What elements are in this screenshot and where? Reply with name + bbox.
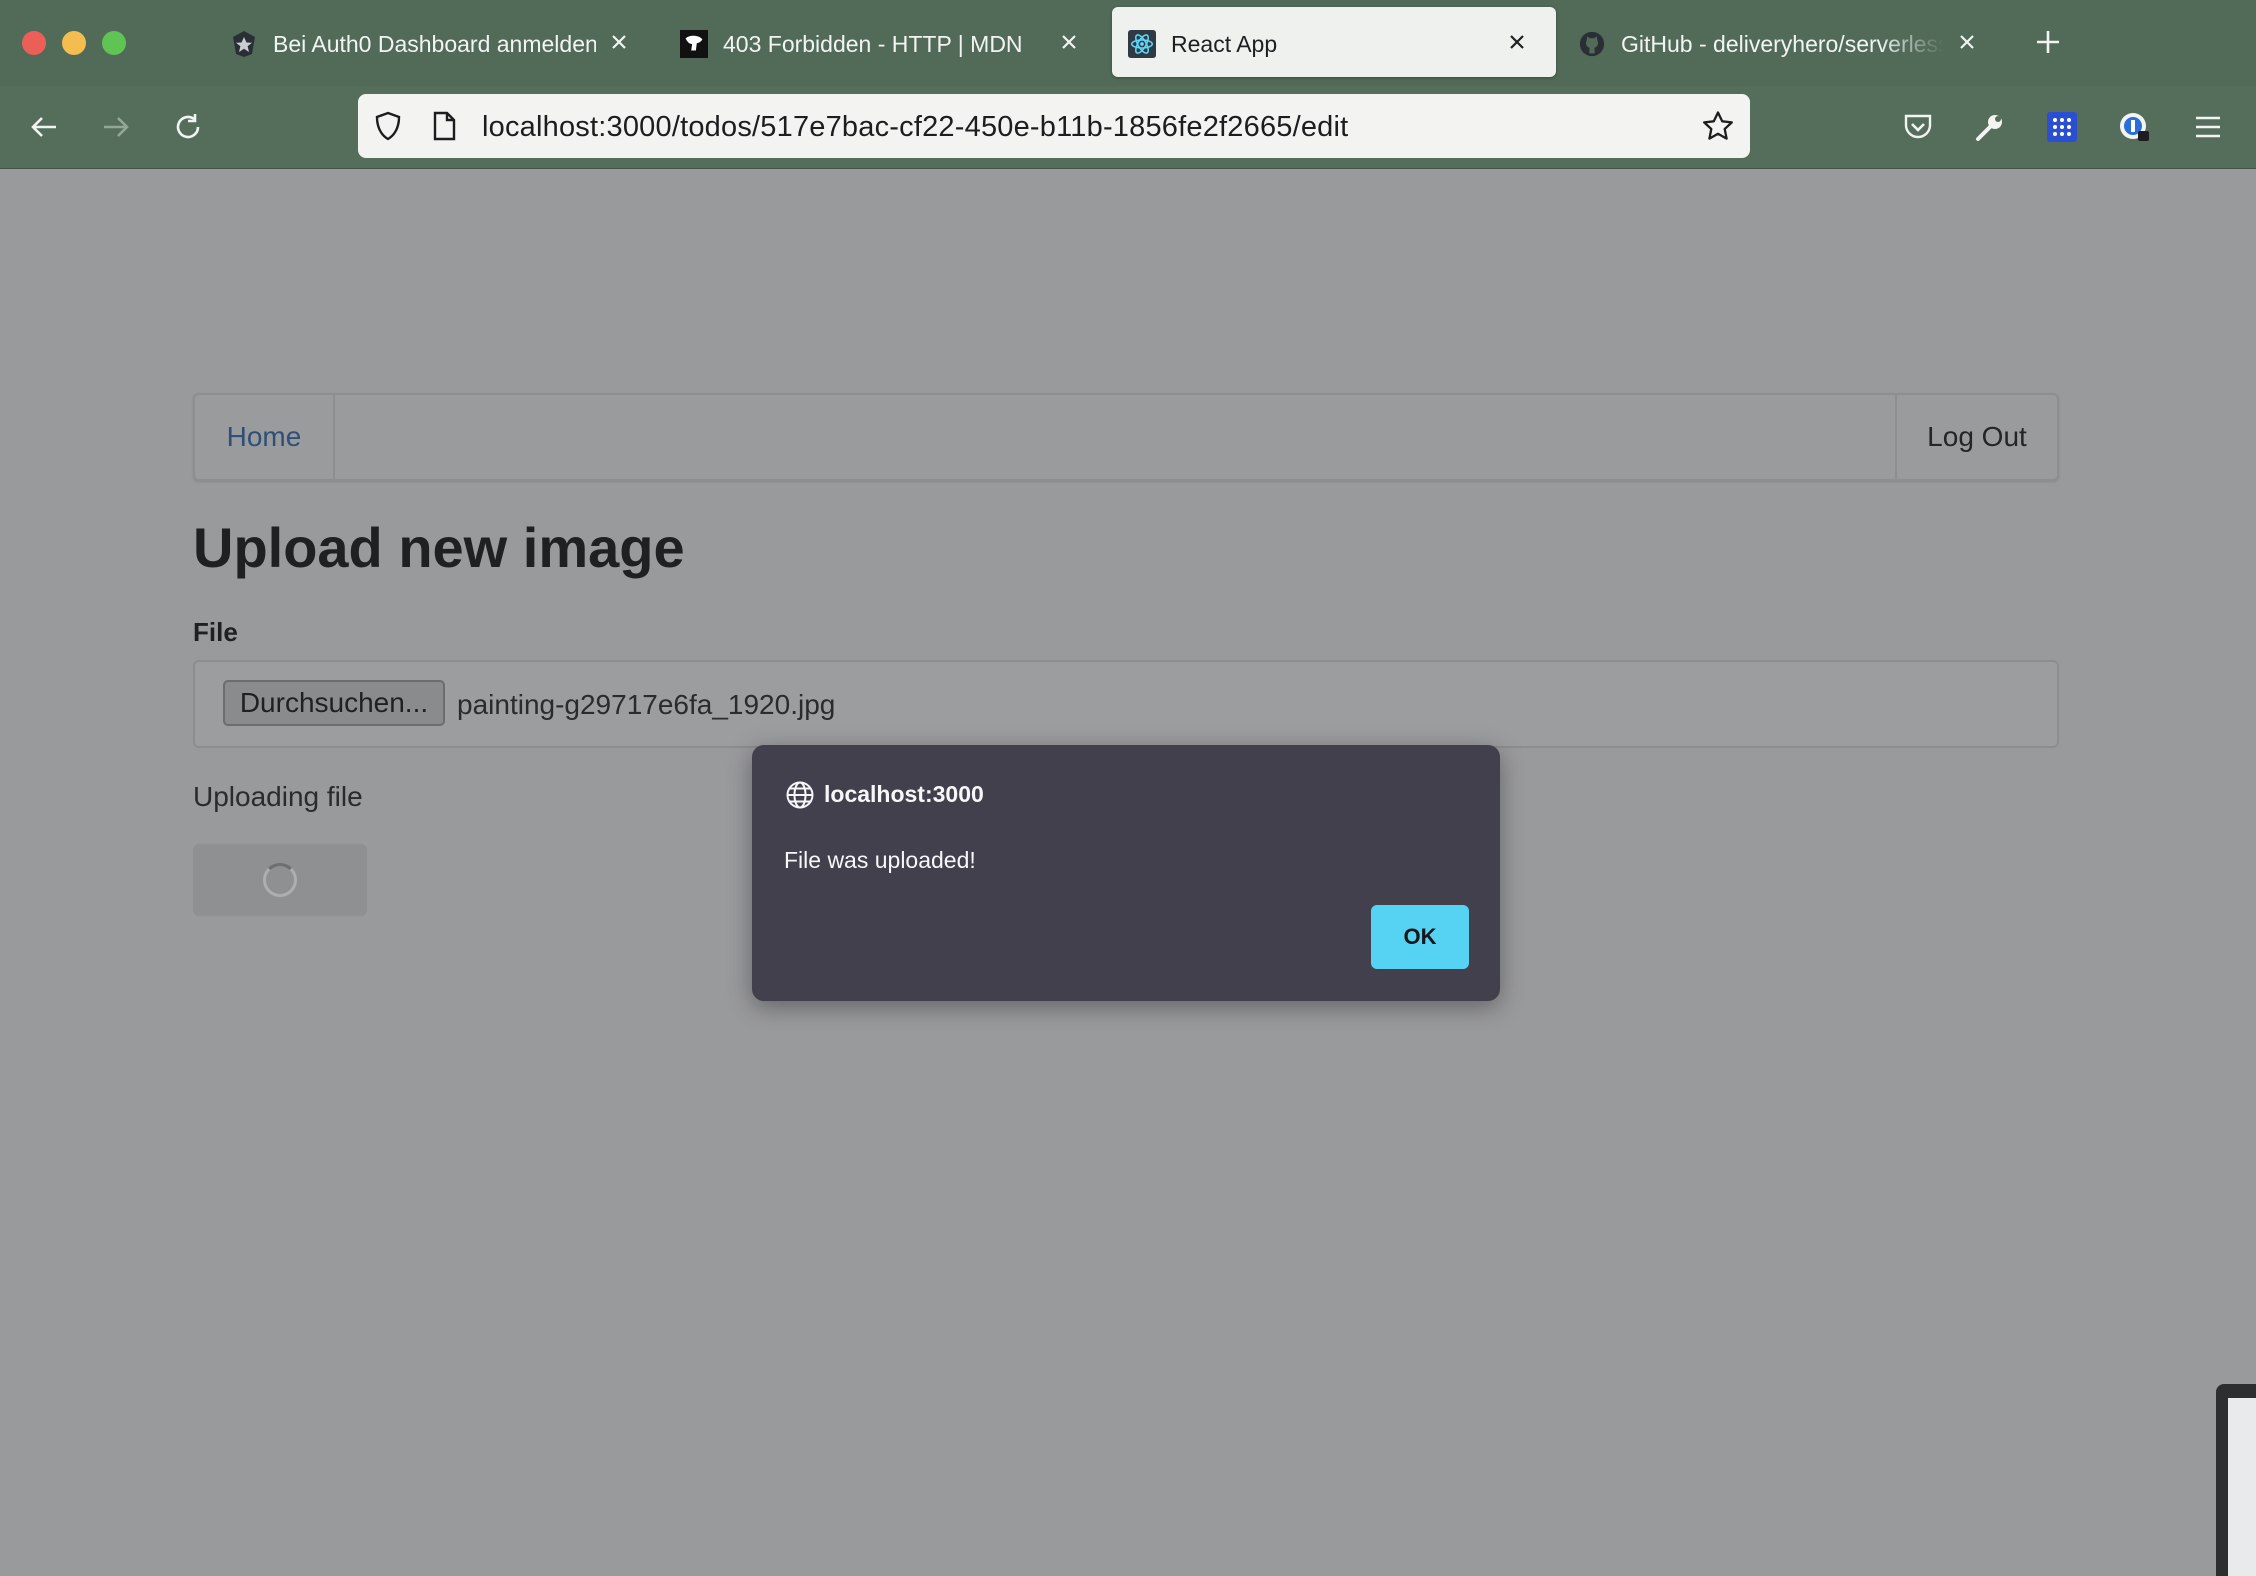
- auth0-icon: [230, 30, 258, 58]
- tab-title: React App: [1171, 31, 1278, 57]
- upload-button-loading[interactable]: [193, 844, 367, 916]
- close-tab-icon[interactable]: [606, 29, 632, 55]
- logout-button[interactable]: Log Out: [1895, 395, 2057, 479]
- password-manager-icon[interactable]: [2112, 105, 2156, 149]
- tab-bar: Bei Auth0 Dashboard anmelden 403 Forbidd…: [0, 0, 2256, 86]
- file-field-label: File: [193, 617, 238, 647]
- close-tab-icon[interactable]: [1504, 29, 1530, 55]
- close-tab-icon[interactable]: [1954, 29, 1980, 55]
- navigation-toolbar: localhost:3000/todos/517e7bac-cf22-450e-…: [0, 86, 2256, 169]
- bookmark-star-icon[interactable]: [1700, 108, 1736, 144]
- tab-title: Bei Auth0 Dashboard anmelden: [273, 31, 596, 57]
- home-link[interactable]: Home: [195, 395, 335, 479]
- window-minimize-button[interactable]: [62, 31, 86, 55]
- page-info-icon[interactable]: [428, 110, 460, 142]
- mdn-icon: [680, 30, 708, 58]
- forward-button[interactable]: [94, 105, 138, 149]
- browse-button[interactable]: Durchsuchen...: [223, 680, 445, 726]
- tab-react-app[interactable]: React App: [1112, 7, 1556, 77]
- wrench-icon[interactable]: [1968, 105, 2012, 149]
- page-title: Upload new image: [193, 516, 685, 579]
- dialog-origin: localhost:3000: [824, 781, 984, 807]
- extension-grid-icon[interactable]: [2040, 105, 2084, 149]
- reload-button[interactable]: [166, 105, 210, 149]
- window-close-button[interactable]: [22, 31, 46, 55]
- close-tab-icon[interactable]: [1056, 29, 1082, 55]
- dialog-message: File was uploaded!: [784, 847, 976, 873]
- globe-icon: [784, 779, 816, 811]
- alert-dialog: localhost:3000 File was uploaded! OK: [752, 745, 1500, 1001]
- github-icon: [1578, 30, 1606, 58]
- pocket-icon[interactable]: [1896, 105, 1940, 149]
- ok-button[interactable]: OK: [1371, 905, 1469, 969]
- url-host: localhost:3000: [482, 111, 672, 143]
- selected-file-name: painting-g29717e6fa_1920.jpg: [457, 689, 836, 720]
- file-input[interactable]: Durchsuchen... painting-g29717e6fa_1920.…: [193, 660, 2059, 748]
- shield-icon[interactable]: [372, 110, 404, 142]
- tab-mdn[interactable]: 403 Forbidden - HTTP | MDN: [664, 7, 1108, 77]
- tab-auth0[interactable]: Bei Auth0 Dashboard anmelden: [214, 7, 658, 77]
- window-maximize-button[interactable]: [102, 31, 126, 55]
- tab-title: 403 Forbidden - HTTP | MDN: [723, 31, 1023, 57]
- url-text[interactable]: localhost:3000/todos/517e7bac-cf22-450e-…: [482, 111, 1348, 144]
- back-button[interactable]: [22, 105, 66, 149]
- loading-spinner-icon: [263, 863, 297, 897]
- new-tab-button[interactable]: [2030, 24, 2066, 60]
- tab-github[interactable]: GitHub - deliveryhero/serverless: [1562, 7, 2006, 77]
- thumbnail-preview: [2228, 1398, 2256, 1576]
- hamburger-menu-icon[interactable]: [2186, 105, 2230, 149]
- tab-title: GitHub - deliveryhero/serverless: [1621, 31, 1944, 57]
- top-menu: Home Log Out: [193, 393, 2059, 481]
- react-icon: [1128, 30, 1156, 58]
- upload-status-text: Uploading file: [193, 781, 363, 812]
- side-window-thumbnail: [2216, 1384, 2256, 1576]
- address-bar[interactable]: localhost:3000/todos/517e7bac-cf22-450e-…: [358, 94, 1750, 158]
- url-path: /todos/517e7bac-cf22-450e-b11b-1856fe2f2…: [671, 111, 1349, 143]
